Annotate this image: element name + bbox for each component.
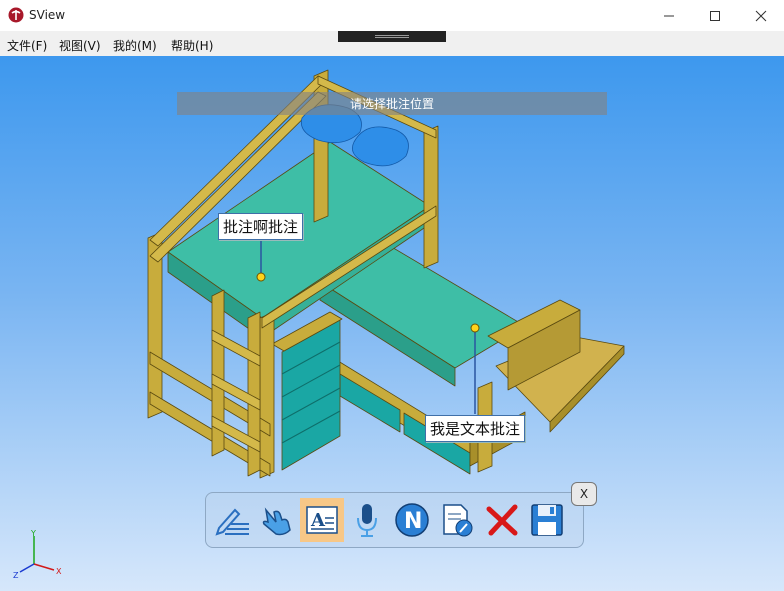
- close-toolbar-button[interactable]: X: [571, 482, 597, 506]
- floppy-disk-icon: [531, 504, 563, 536]
- red-x-icon: [486, 504, 518, 536]
- text-note-icon: A: [306, 506, 338, 534]
- tool-voice-annotation[interactable]: [345, 498, 389, 542]
- pen-lines-icon: [215, 508, 249, 536]
- annotation-hint-banner: 请选择批注位置: [177, 92, 607, 115]
- annotation-toolbar: A N: [205, 492, 584, 548]
- minimize-icon: [664, 15, 674, 16]
- axis-triad: Y Z X: [13, 529, 62, 580]
- minimize-button[interactable]: [646, 0, 692, 31]
- menu-my[interactable]: 我的(M): [113, 37, 157, 54]
- post-right-front: [259, 311, 275, 479]
- tool-text-annotation[interactable]: A: [300, 498, 344, 542]
- axis-x-label: X: [56, 567, 62, 576]
- maximize-button[interactable]: [692, 0, 738, 31]
- sview-logo-icon: [8, 7, 24, 23]
- title-bar: SView: [0, 0, 784, 31]
- tool-save-annotation[interactable]: [525, 498, 569, 542]
- doc-edit-icon: [443, 504, 473, 537]
- window-title: SView: [29, 8, 66, 22]
- svg-text:A: A: [310, 510, 326, 531]
- maximize-icon: [710, 10, 720, 21]
- axis-y-label: Y: [30, 529, 36, 538]
- svg-text:N: N: [404, 509, 422, 534]
- hand-pointer-icon: [262, 507, 291, 536]
- panel-pull-handle[interactable]: [338, 31, 446, 42]
- menu-view[interactable]: 视图(V): [59, 37, 101, 54]
- tool-edit-annotation[interactable]: [435, 498, 479, 542]
- tool-delete-annotation[interactable]: [480, 498, 524, 542]
- annotation-callout-1[interactable]: 批注啊批注: [218, 213, 304, 240]
- menu-help[interactable]: 帮助(H): [171, 37, 213, 54]
- close-icon: [755, 10, 767, 21]
- tool-note-annotation[interactable]: N: [390, 498, 434, 542]
- microphone-icon: [357, 504, 377, 537]
- pillow-2: [351, 126, 409, 167]
- axis-z-label: Z: [13, 571, 19, 580]
- n-circle-icon: N: [395, 503, 429, 537]
- tool-gesture-annotation[interactable]: [255, 498, 299, 542]
- annotation-callout-2[interactable]: 我是文本批注: [425, 415, 526, 442]
- model-viewport[interactable]: 请选择批注位置 批注啊批注 我是文本批注 A N X Y Z X: [0, 56, 784, 591]
- menu-file[interactable]: 文件(F): [7, 37, 47, 54]
- post-right-rear: [423, 125, 439, 269]
- tool-sketch-annotation[interactable]: [210, 498, 254, 542]
- close-window-button[interactable]: [738, 0, 784, 31]
